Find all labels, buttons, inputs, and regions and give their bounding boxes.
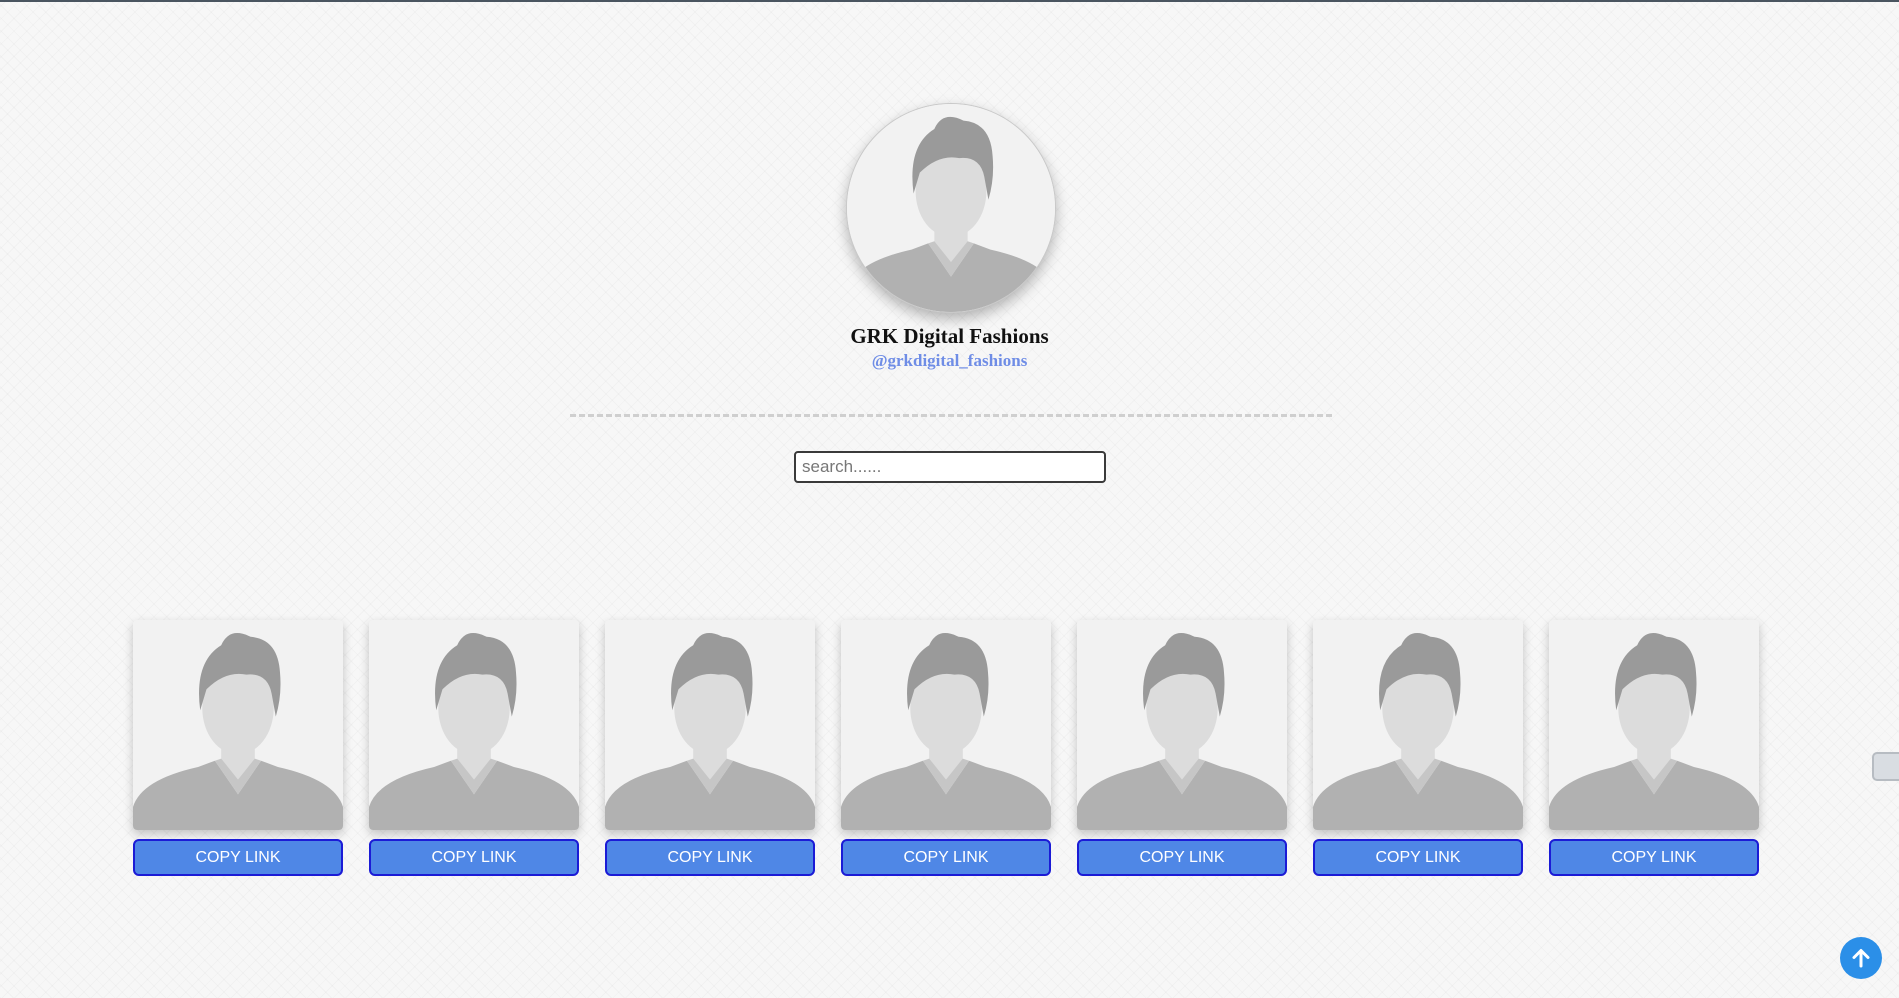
- default-user-avatar-icon: [133, 620, 343, 830]
- product-card: COPY LINK: [1549, 620, 1759, 876]
- product-thumbnail[interactable]: [1077, 620, 1287, 830]
- default-user-avatar-icon: [841, 620, 1051, 830]
- product-card: COPY LINK: [369, 620, 579, 876]
- default-user-avatar-icon: [1549, 620, 1759, 830]
- profile-name: GRK Digital Fashions: [850, 324, 1049, 348]
- copy-link-button[interactable]: COPY LINK: [133, 839, 343, 876]
- top-border-line: [0, 0, 1899, 2]
- default-user-avatar-icon: [605, 620, 815, 830]
- default-user-avatar-icon: [846, 104, 1055, 312]
- profile-avatar: [845, 103, 1056, 313]
- default-user-avatar-icon: [369, 620, 579, 830]
- copy-link-button[interactable]: COPY LINK: [1549, 839, 1759, 876]
- product-card: COPY LINK: [1313, 620, 1523, 876]
- arrow-up-icon: [1852, 949, 1870, 968]
- product-grid: COPY LINK COPY LINK COPY LINK COPY LINK …: [133, 620, 1759, 876]
- product-card: COPY LINK: [605, 620, 815, 876]
- side-widget-tab-icon[interactable]: [1872, 752, 1899, 781]
- copy-link-button[interactable]: COPY LINK: [841, 839, 1051, 876]
- product-thumbnail[interactable]: [605, 620, 815, 830]
- product-thumbnail[interactable]: [133, 620, 343, 830]
- profile-handle[interactable]: @grkdigital_fashions: [872, 351, 1028, 371]
- product-thumbnail[interactable]: [369, 620, 579, 830]
- copy-link-button[interactable]: COPY LINK: [1077, 839, 1287, 876]
- section-divider: [570, 414, 1332, 417]
- product-thumbnail[interactable]: [841, 620, 1051, 830]
- product-thumbnail[interactable]: [1549, 620, 1759, 830]
- default-user-avatar-icon: [1077, 620, 1287, 830]
- product-card: COPY LINK: [1077, 620, 1287, 876]
- copy-link-button[interactable]: COPY LINK: [369, 839, 579, 876]
- search-input[interactable]: [794, 451, 1106, 483]
- copy-link-button[interactable]: COPY LINK: [1313, 839, 1523, 876]
- default-user-avatar-icon: [1313, 620, 1523, 830]
- product-card: COPY LINK: [841, 620, 1051, 876]
- scroll-to-top-button[interactable]: [1840, 937, 1882, 979]
- product-card: COPY LINK: [133, 620, 343, 876]
- profile-header: GRK Digital Fashions @grkdigital_fashion…: [0, 103, 1899, 371]
- copy-link-button[interactable]: COPY LINK: [605, 839, 815, 876]
- product-thumbnail[interactable]: [1313, 620, 1523, 830]
